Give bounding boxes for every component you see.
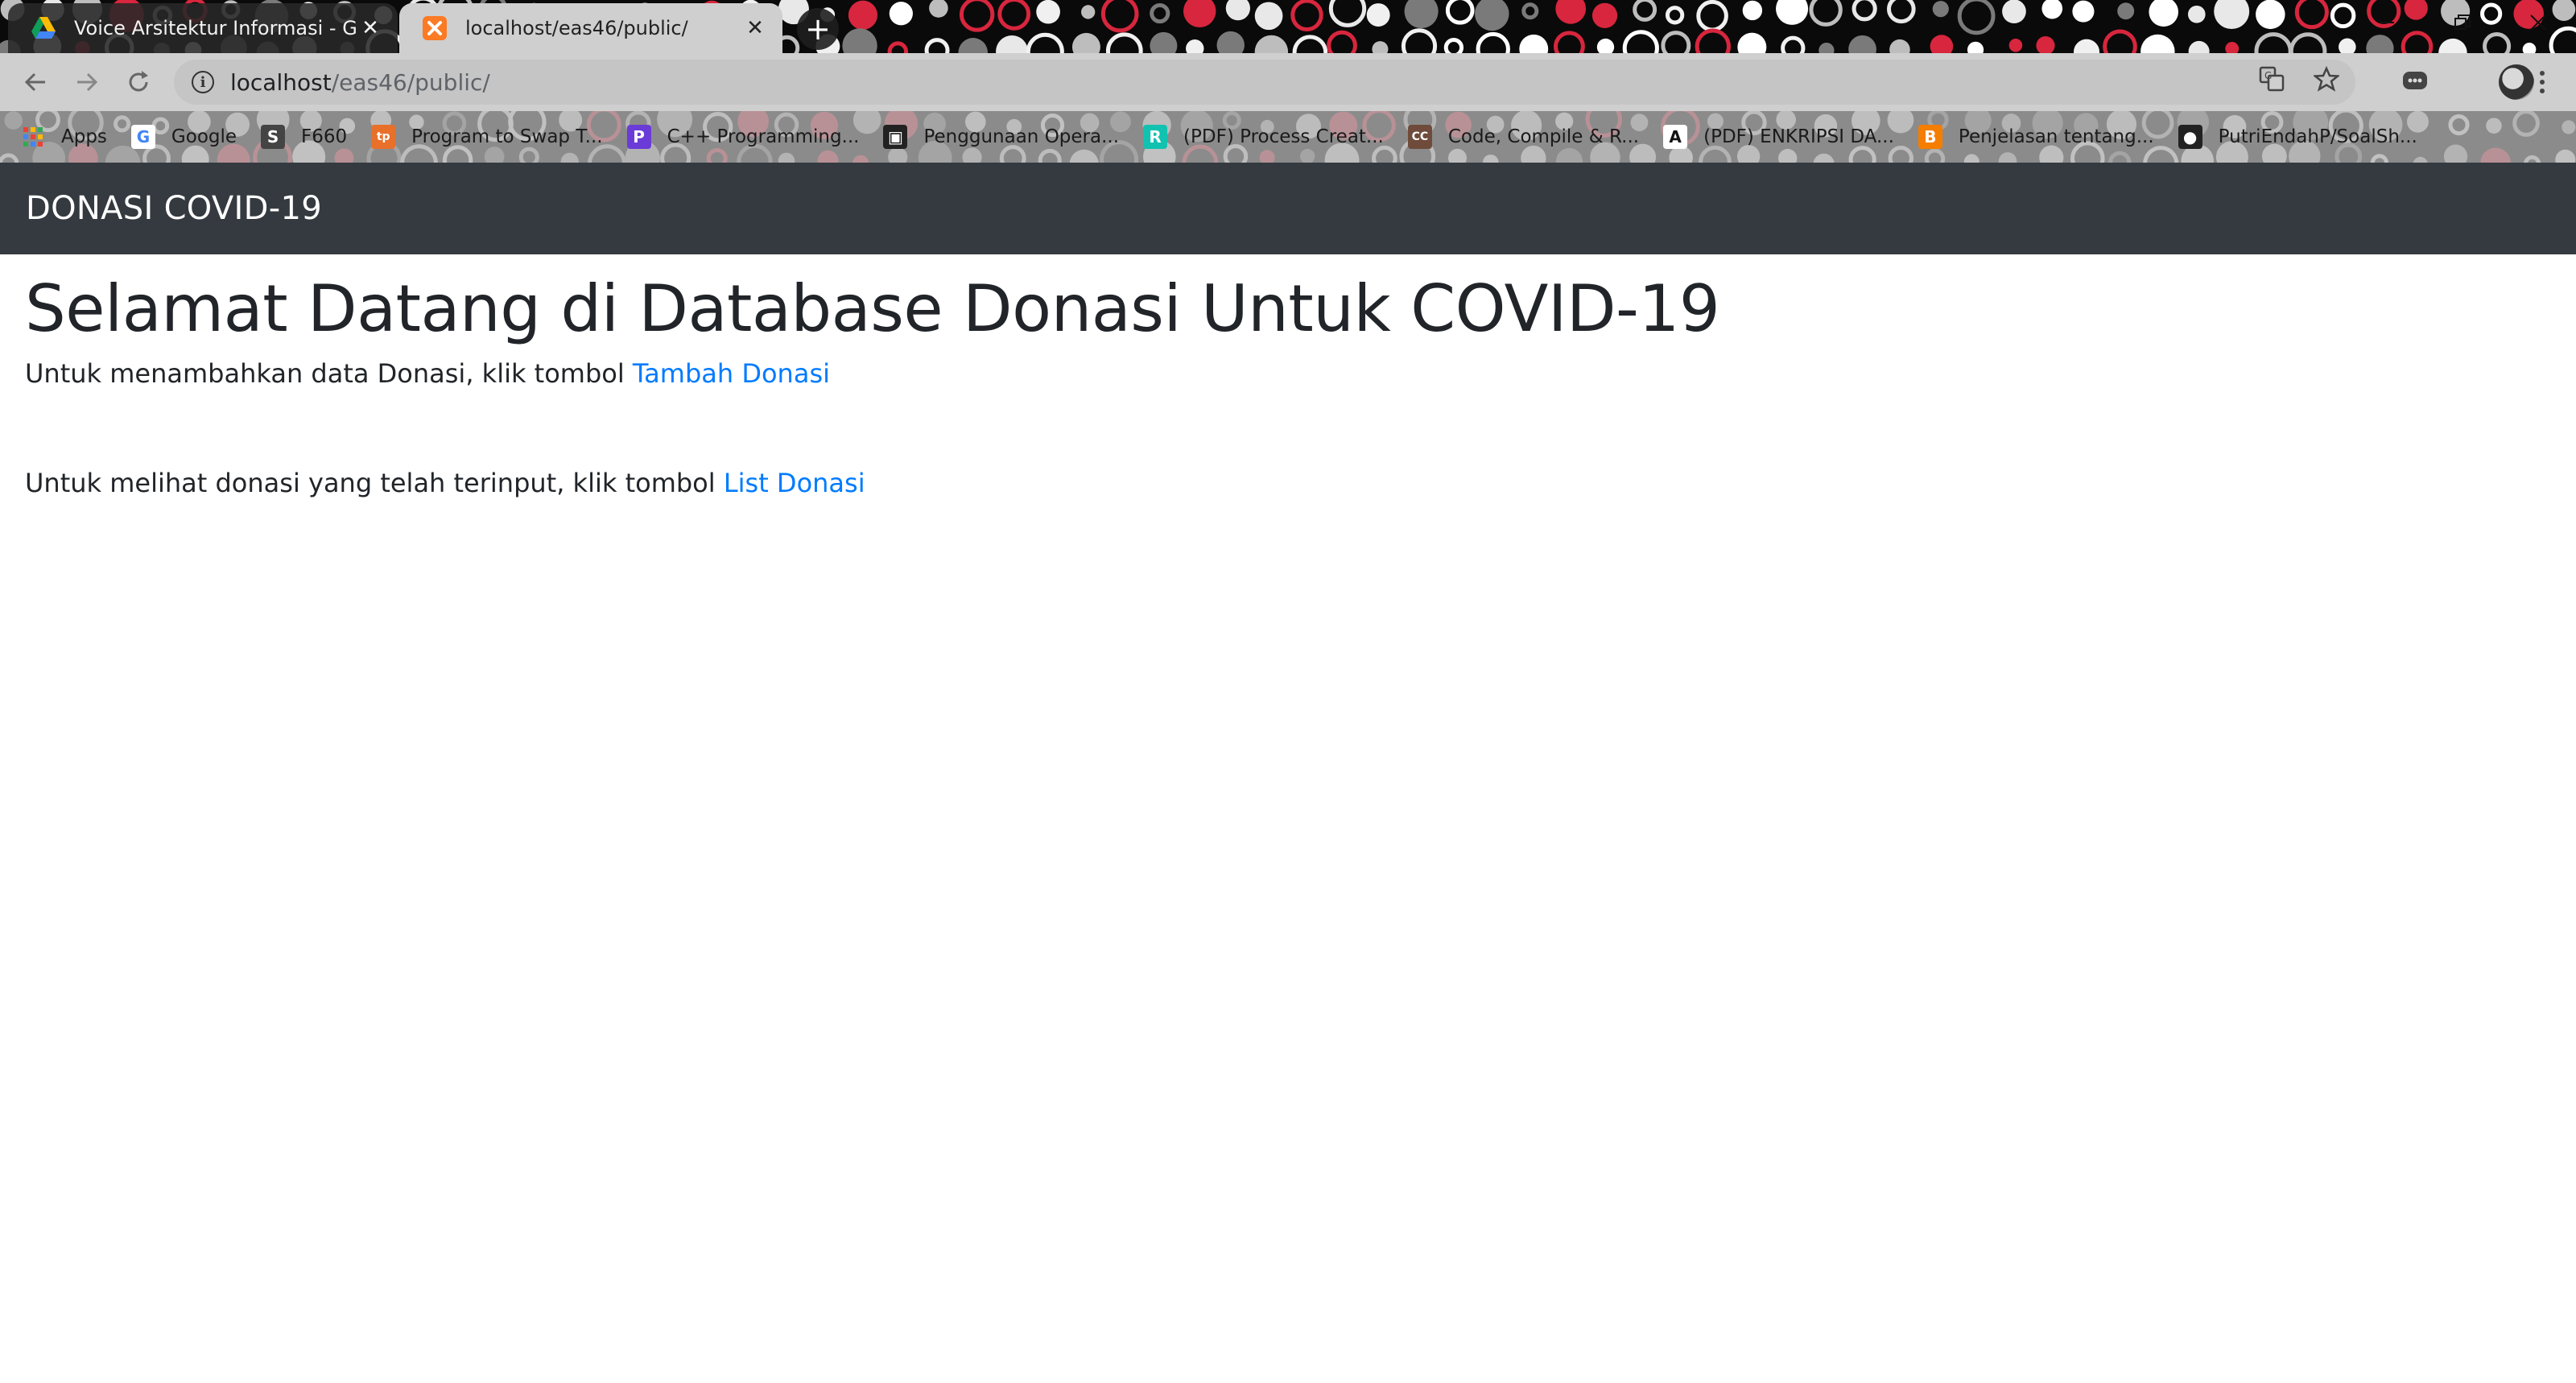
bookmark-label: Google [171, 126, 237, 147]
xampp-icon [422, 15, 448, 41]
info-icon[interactable]: i [192, 71, 214, 93]
bookmark-label: Penjelasan tentang... [1958, 126, 2154, 147]
restore-icon[interactable] [2425, 0, 2500, 45]
forward-arrow-icon[interactable] [68, 63, 106, 101]
tutorialspoint-icon: tp [371, 125, 396, 149]
menu-kebab-icon[interactable] [2523, 63, 2562, 101]
google-icon: G [130, 125, 155, 149]
bookmark-item[interactable]: tp Program to Swap T... [371, 119, 603, 155]
tab-title: Voice Arsitektur Informasi - Goo [74, 17, 357, 39]
blogger-icon: B [1918, 125, 1942, 149]
bookmark-label: PutriEndahP/SoalSh... [2218, 126, 2417, 147]
add-donation-text: Untuk menambahkan data Donasi, klik tomb… [25, 358, 633, 389]
close-icon[interactable]: ✕ [742, 15, 768, 41]
tambah-donasi-link[interactable]: Tambah Donasi [633, 358, 830, 389]
browser-toolbar: i localhost/eas46/public/ G [0, 53, 2576, 111]
bookmark-label: Apps [61, 126, 107, 147]
academia-icon: A [1663, 125, 1688, 149]
tab-voice-arsitektur[interactable]: Voice Arsitektur Informasi - Goo ✕ [8, 3, 398, 53]
new-tab-button[interactable]: + [797, 8, 839, 50]
window-controls [2349, 0, 2576, 45]
web-page: DONASI COVID-19 Selamat Datang di Databa… [0, 163, 2576, 1383]
reload-icon[interactable] [119, 63, 158, 101]
bookmark-item[interactable]: Apps [21, 119, 107, 155]
github-icon: ● [2178, 125, 2202, 149]
bookmark-label: F660 [301, 126, 348, 147]
bookmarks-bar: Apps G Google S F660 tp Program to Swap T... P C… [0, 111, 2576, 163]
google-drive-icon [31, 15, 56, 41]
bookmark-label: (PDF) ENKRIPSI DA... [1703, 126, 1894, 147]
bookmark-item[interactable]: ▣ Penggunaan Opera... [883, 119, 1119, 155]
list-donation-text: Untuk melihat donasi yang telah terinput… [25, 468, 724, 498]
tab-strip: Voice Arsitektur Informasi - Goo ✕ local… [0, 0, 2576, 53]
bookmark-star-icon[interactable] [2312, 65, 2341, 98]
url-host: localhost [230, 68, 332, 96]
svg-text:G: G [2264, 70, 2272, 81]
bookmark-item[interactable]: R (PDF) Process Creat... [1143, 119, 1384, 155]
back-arrow-icon[interactable] [16, 63, 55, 101]
site-icon: ▣ [883, 125, 908, 149]
close-window-icon[interactable] [2500, 0, 2576, 45]
list-donasi-link[interactable]: List Donasi [724, 468, 865, 498]
bookmark-item[interactable]: G Google [130, 119, 237, 155]
omnibox-actions: G [2259, 60, 2341, 105]
close-icon[interactable]: ✕ [357, 15, 383, 41]
add-donation-paragraph: Untuk menambahkan data Donasi, klik tomb… [25, 354, 2576, 393]
bookmark-label: Code, Compile & R... [1447, 126, 1640, 147]
codechef-icon: CC [1407, 125, 1432, 149]
bookmark-item[interactable]: A (PDF) ENKRIPSI DA... [1663, 119, 1894, 155]
bookmark-label: Penggunaan Opera... [923, 126, 1120, 147]
extension-chat-icon[interactable] [2396, 63, 2434, 101]
url-text: localhost/eas46/public/ [230, 69, 490, 96]
bookmark-label: (PDF) Process Creat... [1183, 126, 1384, 147]
tab-localhost[interactable]: localhost/eas46/public/ ✕ [399, 3, 782, 53]
apps-grid-icon [21, 125, 45, 149]
browser-chrome: Voice Arsitektur Informasi - Goo ✕ local… [0, 0, 2576, 163]
bookmark-item[interactable]: P C++ Programming... [626, 119, 860, 155]
bookmark-item[interactable]: S F660 [261, 119, 347, 155]
navbar: DONASI COVID-19 [0, 163, 2576, 254]
bookmark-label: Program to Swap T... [411, 126, 603, 147]
tab-title: localhost/eas46/public/ [465, 17, 688, 39]
url-path: /eas46/public/ [331, 68, 490, 96]
router-icon: S [261, 125, 286, 149]
main-content: Selamat Datang di Database Donasi Untuk … [0, 254, 2576, 502]
address-bar[interactable]: i localhost/eas46/public/ G [174, 60, 2355, 105]
bookmark-item[interactable]: ● PutriEndahP/SoalSh... [2178, 119, 2417, 155]
navbar-brand[interactable]: DONASI COVID-19 [26, 190, 322, 227]
bookmark-item[interactable]: B Penjelasan tentang... [1918, 119, 2154, 155]
minimize-icon[interactable] [2349, 0, 2425, 45]
page-title: Selamat Datang di Database Donasi Untuk … [25, 271, 1720, 346]
bookmark-label: C++ Programming... [667, 126, 860, 147]
translate-icon[interactable]: G [2259, 66, 2285, 98]
list-donation-paragraph: Untuk melihat donasi yang telah terinput… [25, 464, 2576, 502]
researchgate-icon: R [1143, 125, 1168, 149]
programiz-icon: P [626, 125, 651, 149]
bookmark-item[interactable]: CC Code, Compile & R... [1407, 119, 1640, 155]
